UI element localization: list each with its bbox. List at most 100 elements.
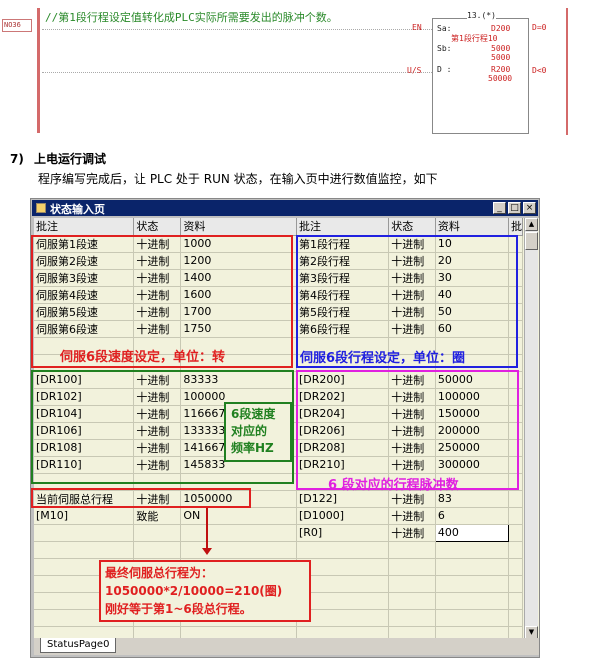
col-header[interactable]: 批注 [297, 218, 390, 236]
status-cell[interactable] [133, 541, 182, 559]
extra-cell[interactable] [508, 490, 524, 508]
note-cell[interactable]: [M10] [34, 507, 135, 525]
window-icon [36, 203, 46, 213]
col-header[interactable]: 资料 [180, 218, 297, 236]
us-label: U/S [407, 66, 422, 75]
note-cell[interactable]: [R0] [297, 524, 390, 542]
conclusion-line3: 刚好等于第1~6段总行程。 [105, 602, 252, 616]
table-header: 批注 状态 资料 批 [297, 218, 524, 236]
col-header[interactable]: 状态 [388, 218, 436, 236]
ladder-comment: //第1段行程设定值转化成PLC实际所需要发出的脉冲个数。 [45, 11, 338, 24]
close-button[interactable]: × [523, 202, 536, 214]
value-cell[interactable] [435, 541, 509, 559]
table-row[interactable] [34, 541, 297, 559]
heading-number: 7) [10, 152, 24, 166]
value-cell[interactable] [180, 524, 297, 542]
status-cell[interactable] [388, 609, 436, 627]
table-row[interactable] [297, 558, 524, 576]
sb-value: 5000 [491, 53, 511, 62]
frequency-label-line1: 6段速度 [231, 407, 276, 421]
extra-cell[interactable] [508, 558, 524, 576]
table-row[interactable] [297, 541, 524, 559]
status-cell[interactable] [388, 592, 436, 610]
en-label: EN [412, 23, 422, 32]
maximize-button[interactable]: □ [508, 202, 521, 214]
value-cell[interactable]: 6 [435, 507, 509, 525]
note-cell[interactable]: [D1000] [297, 507, 390, 525]
conclusion-box: 最终伺服总行程为： 1050000*2/10000=210(圈) 刚好等于第1~… [99, 560, 311, 622]
col-header[interactable]: 批注 [34, 218, 135, 236]
value-cell[interactable]: 400 [434, 523, 509, 542]
note-cell[interactable] [34, 541, 135, 559]
sa-label: Sa: [437, 24, 452, 33]
extra-cell[interactable] [508, 541, 524, 559]
note-cell[interactable] [297, 541, 390, 559]
title-bar[interactable]: 状态输入页 _ □ × [32, 200, 538, 216]
d-register: R200 [491, 65, 511, 74]
rung-line [42, 29, 432, 30]
heading-title: 上电运行调试 [34, 152, 107, 166]
table-row[interactable] [297, 575, 524, 593]
arrow-head-icon [202, 548, 212, 555]
table-row[interactable]: [D1000] 十进制 6 [297, 507, 524, 525]
section-heading: 7) 上电运行调试 [10, 150, 106, 167]
extra-cell[interactable] [508, 524, 524, 542]
note-cell[interactable] [34, 524, 135, 542]
col-header[interactable]: 批 [508, 218, 524, 236]
ladder-program: NO36 //第1段行程设定值转化成PLC实际所需要发出的脉冲个数。 EN U/… [0, 0, 593, 140]
col-header[interactable]: 资料 [435, 218, 509, 236]
frequency-label-line2: 对应的 [231, 424, 268, 438]
status-cell[interactable]: 十进制 [388, 507, 436, 525]
speed-setting-label: 伺服6段速度设定，单位：转 [60, 350, 226, 365]
value-cell[interactable]: ON [180, 507, 297, 525]
table-header: 批注 状态 资料 [34, 218, 297, 236]
pulse-box [296, 370, 519, 490]
conclusion-line2: 1050000*2/10000=210(圈) [105, 584, 283, 598]
rung-line [42, 72, 432, 73]
sheet-tab-bar: StatusPage0 [34, 638, 539, 655]
stroke-setting-label: 伺服6段行程设定，单位：圈 [300, 351, 466, 366]
value-cell[interactable] [180, 541, 297, 559]
status-cell[interactable] [388, 575, 436, 593]
value-cell[interactable] [435, 592, 509, 610]
d-value: 50000 [488, 74, 513, 83]
status-cell[interactable] [388, 541, 436, 559]
value-cell[interactable] [435, 609, 509, 627]
out-d-eq-0: D=0 [532, 23, 547, 32]
ladder-right-rail [566, 8, 568, 135]
d-label: D : [437, 65, 452, 74]
ladder-left-rail: NO36 [0, 8, 40, 133]
table-row[interactable]: [M10] 致能 ON [34, 507, 297, 525]
status-cell[interactable]: 十进制 [388, 524, 436, 542]
arrow-shaft [206, 508, 208, 550]
sb-register: 5000 [491, 44, 511, 53]
frequency-label-box: 6段速度 对应的 频率HZ [224, 402, 292, 462]
status-cell[interactable] [388, 558, 436, 576]
extra-cell[interactable] [508, 575, 524, 593]
status-cell[interactable] [133, 524, 182, 542]
multiply-function-block[interactable]: 13.(*) Sa: D200 第1段行程10 Sb: 5000 5000 D … [432, 11, 529, 134]
table-row[interactable] [34, 524, 297, 542]
extra-cell[interactable] [508, 507, 524, 525]
status-cell[interactable]: 致能 [133, 507, 182, 525]
extra-cell[interactable] [508, 592, 524, 610]
table-row[interactable] [297, 609, 524, 627]
window-title: 状态输入页 [50, 203, 105, 216]
instr-label: 13.(*) [467, 11, 496, 20]
minimize-button[interactable]: _ [493, 202, 506, 214]
value-cell[interactable] [435, 575, 509, 593]
value-cell[interactable] [435, 558, 509, 576]
sa-register: D200 [491, 24, 511, 33]
scroll-up-arrow[interactable]: ▲ [525, 218, 538, 231]
scroll-thumb[interactable] [525, 232, 538, 250]
sb-label: Sb: [437, 44, 452, 53]
extra-cell[interactable] [508, 609, 524, 627]
paragraph: 程序编写完成后，让 PLC 处于 RUN 状态，在输入页中进行数值监控，如下 [38, 172, 438, 186]
vertical-scrollbar[interactable]: ▲ ▼ [524, 218, 538, 639]
col-header[interactable]: 状态 [133, 218, 182, 236]
step-number: NO36 [2, 19, 32, 32]
total-stroke-box [31, 488, 251, 508]
table-row[interactable] [297, 592, 524, 610]
tab-statuspage0[interactable]: StatusPage0 [40, 638, 117, 653]
table-row[interactable]: [R0] 十进制 400 [297, 523, 524, 542]
